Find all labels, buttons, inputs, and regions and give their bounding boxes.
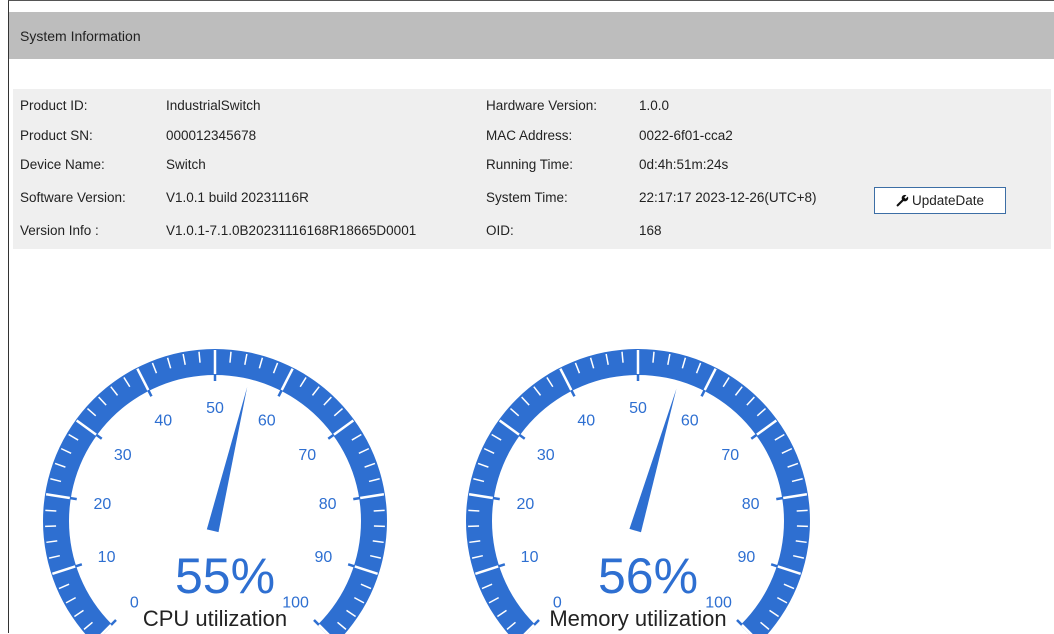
update-date-button[interactable]: UpdateDate: [874, 187, 1006, 214]
label-product-id: Product ID:: [20, 94, 88, 118]
gauge-tick-label: 90: [315, 549, 333, 566]
value-software-version: V1.0.1 build 20231116R: [166, 186, 309, 210]
label-software-version: Software Version:: [20, 186, 126, 210]
gauge-label: Memory utilization: [549, 606, 726, 631]
gauge-tick-label: 10: [521, 549, 539, 566]
cpu-utilization-gauge: 010203040506070809010055%CPU utilization: [25, 331, 405, 634]
gauge-tick-label: 30: [114, 447, 132, 464]
value-product-id: IndustrialSwitch: [166, 94, 261, 118]
gauge-minor-tick: [622, 352, 623, 363]
gauge-tick-label: 40: [577, 412, 595, 429]
info-row: Version Info : V1.0.1-7.1.0B20231116168R…: [13, 219, 1051, 243]
gauge-minor-tick: [230, 352, 231, 363]
gauge-minor-tick: [199, 352, 200, 363]
value-running-time: 0d:4h:51m:24s: [639, 153, 728, 177]
gauge-tick-label: 20: [517, 496, 535, 513]
value-product-sn: 000012345678: [166, 124, 256, 148]
gauge-minor-tick: [797, 510, 808, 511]
gauge-tick-label: 80: [319, 496, 337, 513]
memory-utilization-gauge: 010203040506070809010056%Memory utilizat…: [448, 331, 828, 634]
panel-header: System Information: [9, 12, 1054, 59]
gauge-tick-label: 20: [94, 496, 112, 513]
value-mac-address: 0022-6f01-cca2: [639, 124, 733, 148]
wrench-icon: [896, 194, 909, 207]
gauge-minor-tick: [653, 352, 654, 363]
gauge-tick-label: 30: [537, 447, 555, 464]
label-oid: OID:: [486, 219, 514, 243]
gauge-tick-label: 60: [258, 412, 276, 429]
label-system-time: System Time:: [486, 186, 568, 210]
gauge-minor-tick: [45, 510, 56, 511]
info-row: Device Name: Switch Running Time: 0d:4h:…: [13, 153, 1051, 177]
system-info-frame: System Information Product ID: Industria…: [8, 0, 1054, 633]
label-mac-address: MAC Address:: [486, 124, 572, 148]
gauge-minor-tick: [374, 510, 385, 511]
panel-title: System Information: [20, 28, 141, 44]
gauge-value-text: 56%: [598, 548, 698, 604]
gauge-tick-label: 0: [130, 595, 139, 612]
value-version-info: V1.0.1-7.1.0B20231116168R18665D0001: [166, 219, 416, 243]
info-row: Product ID: IndustrialSwitch Hardware Ve…: [13, 94, 1051, 118]
label-product-sn: Product SN:: [20, 124, 93, 148]
gauge-tick-label: 40: [154, 412, 172, 429]
gauge-tick-label: 70: [721, 447, 739, 464]
value-oid: 168: [639, 219, 662, 243]
label-device-name: Device Name:: [20, 153, 105, 177]
info-row: Product SN: 000012345678 MAC Address: 00…: [13, 124, 1051, 148]
gauge-tick-label: 70: [298, 447, 316, 464]
gauge-tick-label: 50: [206, 400, 224, 417]
gauge-svg: 010203040506070809010055%CPU utilization: [25, 331, 405, 634]
gauge-tick-label: 80: [742, 496, 760, 513]
label-hardware-version: Hardware Version:: [486, 94, 597, 118]
gauge-label: CPU utilization: [143, 606, 287, 631]
label-running-time: Running Time:: [486, 153, 573, 177]
gauge-tick-label: 60: [681, 412, 699, 429]
label-version-info: Version Info :: [20, 219, 99, 243]
gauge-tick-label: 50: [629, 400, 647, 417]
gauge-minor-tick: [468, 510, 479, 511]
gauge-value-text: 55%: [175, 548, 275, 604]
gauge-tick-label: 90: [738, 549, 756, 566]
gauge-svg: 010203040506070809010056%Memory utilizat…: [448, 331, 828, 634]
value-device-name: Switch: [166, 153, 206, 177]
value-system-time: 22:17:17 2023-12-26(UTC+8): [639, 186, 816, 210]
gauge-tick-label: 10: [98, 549, 116, 566]
update-date-label: UpdateDate: [912, 193, 984, 208]
value-hardware-version: 1.0.0: [639, 94, 669, 118]
info-table: Product ID: IndustrialSwitch Hardware Ve…: [13, 89, 1051, 249]
info-row: Software Version: V1.0.1 build 20231116R…: [13, 186, 1051, 210]
